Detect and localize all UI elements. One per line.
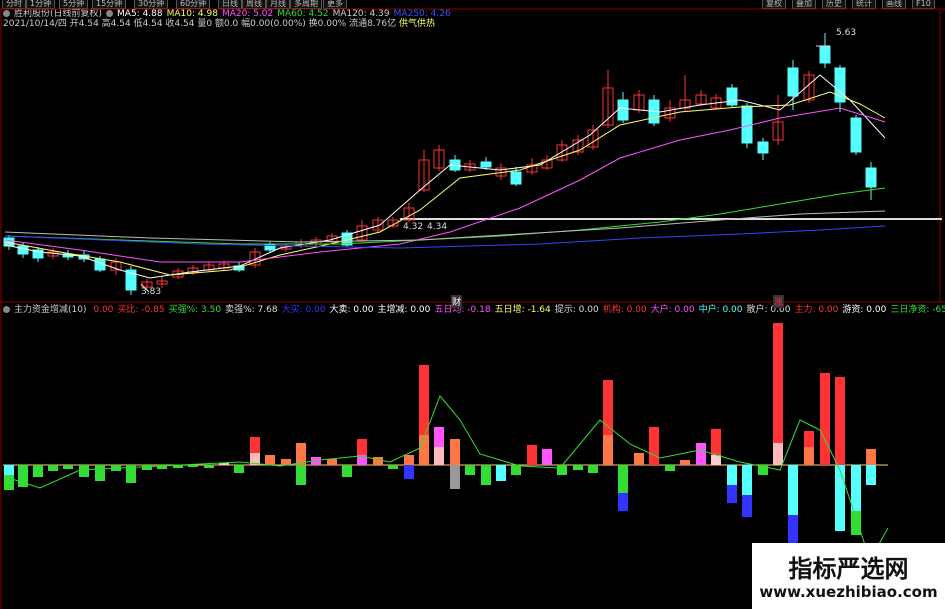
candle-body-47 [726, 87, 738, 106]
ma60-line [4, 187, 886, 245]
indicator-legend-item: 卖强%: 7.68 [225, 305, 278, 315]
marker-cai: 财 [451, 295, 463, 308]
indicator-legend-item: 游资: 0.00 [842, 305, 887, 315]
high-price-label: 5.63 [836, 28, 857, 38]
flow-bar-inner-52 [804, 447, 814, 465]
indicator-legend-item: 机构: 0.00 [602, 305, 647, 315]
candle-body-53 [819, 45, 831, 64]
indicator-legend-item: 五日均: -0.18 [434, 305, 491, 315]
flow-bar-30 [465, 465, 475, 475]
flow-bar-22 [342, 465, 352, 477]
flow-bar-45 [696, 443, 706, 465]
flow-bar-inner-29 [450, 465, 460, 489]
indicator-title: 主力资金增减(10) [14, 305, 87, 315]
indicator-legend-item: 五日增: -1.64 [494, 305, 551, 315]
flow-bar-inner-46 [711, 455, 721, 465]
candle-body-33 [510, 171, 522, 185]
flow-bar-inner-26 [404, 455, 414, 465]
ma5-line [4, 74, 886, 279]
flow-bar-25 [388, 465, 398, 469]
indicator-legend-item: 提示: 0.00 [554, 305, 599, 315]
flow-bar-54 [835, 377, 845, 465]
flow-bar-inner-47 [727, 465, 737, 485]
flow-bar-inner-28 [434, 447, 444, 465]
flow-bar-44 [680, 460, 690, 465]
flow-bar-inner-19 [296, 443, 306, 465]
flow-bar-32 [496, 465, 506, 481]
flow-bar-2 [33, 465, 43, 477]
watermark-url: www.xuezhibiao.com [759, 583, 938, 601]
flow-bar-17 [265, 455, 275, 465]
flow-bar-33 [511, 465, 521, 475]
indicator-legend-item: 买强%: 3.50 [168, 305, 222, 315]
flow-bar-38 [588, 465, 598, 473]
flow-bar-35 [542, 449, 552, 465]
flow-bar-4 [63, 465, 73, 469]
flow-bar-36 [557, 465, 567, 475]
indicator-values: 0.00 买比: -0.85 买强%: 3.50 卖强%: 7.68 大买: 0.00 大… [93, 305, 945, 315]
flow-bar-6 [95, 465, 105, 481]
flow-bar-41 [634, 453, 644, 465]
support-level-left: 4.32 [403, 222, 424, 232]
flow-bar-inner-50 [773, 443, 783, 465]
candle-body-56 [865, 167, 877, 188]
candle-body-49 [757, 141, 769, 154]
indicator-legend-item: 主增减: 0.00 [377, 305, 431, 315]
flow-bar-13 [204, 465, 214, 468]
candle-body-40 [617, 99, 629, 121]
indicator-legend-item: 大户: 0.00 [650, 305, 695, 315]
flow-bar-21 [327, 459, 337, 465]
indicator-legend-item: 大卖: 0.00 [329, 305, 374, 315]
flow-bar-inner-48 [742, 465, 752, 495]
support-level-right: 4.34 [427, 222, 448, 232]
flow-bar-inner-27 [419, 435, 429, 465]
flow-bar-9 [142, 465, 152, 470]
indicator-legend-item: 大买: 0.00 [281, 305, 326, 315]
flow-bar-19 [296, 465, 306, 485]
flow-bar-inner-0 [4, 465, 14, 475]
indicator-legend-item: 主力: 0.00 [794, 305, 839, 315]
flow-bar-inner-56 [866, 465, 876, 485]
flow-bar-56 [866, 449, 876, 465]
indicator-icon [3, 306, 10, 313]
flow-bar-inner-55 [851, 465, 861, 511]
indicator-legend: 主力资金增减(10) 0.00 买比: -0.85 买强%: 3.50 卖强%: 7.… [3, 305, 945, 316]
flow-bar-42 [649, 427, 659, 465]
flow-bar-inner-54 [835, 465, 845, 531]
candle-body-55 [850, 117, 862, 153]
flow-bar-5 [79, 465, 89, 477]
indicator-legend-item: 0.00 [93, 305, 114, 315]
indicator-legend-item: 中户: 0.00 [698, 305, 743, 315]
flow-bar-inner-39 [603, 435, 613, 465]
flow-bar-3 [48, 465, 58, 471]
flow-bar-29 [450, 439, 460, 465]
ma10-line [4, 91, 886, 276]
candle-body-1 [17, 245, 29, 255]
net-flow-line [8, 395, 889, 562]
low-price-label: 3.83 [141, 287, 162, 297]
flow-bar-31 [481, 465, 491, 485]
watermark: 指标严选网 www.xuezhibiao.com [752, 543, 945, 609]
watermark-title: 指标严选网 [788, 555, 909, 583]
flow-bar-12 [188, 465, 198, 467]
flow-bar-53 [820, 373, 830, 465]
flow-bar-37 [573, 465, 583, 470]
candle-body-31 [480, 161, 492, 168]
indicator-legend-item: 三日净资: -6531.34 [890, 305, 945, 315]
candle-body-48 [741, 105, 753, 144]
flow-bar-34 [527, 445, 537, 465]
flow-bar-43 [665, 465, 675, 471]
flow-bar-24 [373, 457, 383, 465]
flow-bar-inner-51 [788, 465, 798, 515]
indicator-legend-item: 买比: -0.85 [117, 305, 165, 315]
marker-zhang: 涨 [773, 295, 785, 308]
candle-body-51 [787, 67, 799, 97]
flow-bar-inner-40 [618, 465, 628, 493]
flow-bar-26 [404, 465, 414, 479]
flow-bar-15 [234, 465, 244, 473]
